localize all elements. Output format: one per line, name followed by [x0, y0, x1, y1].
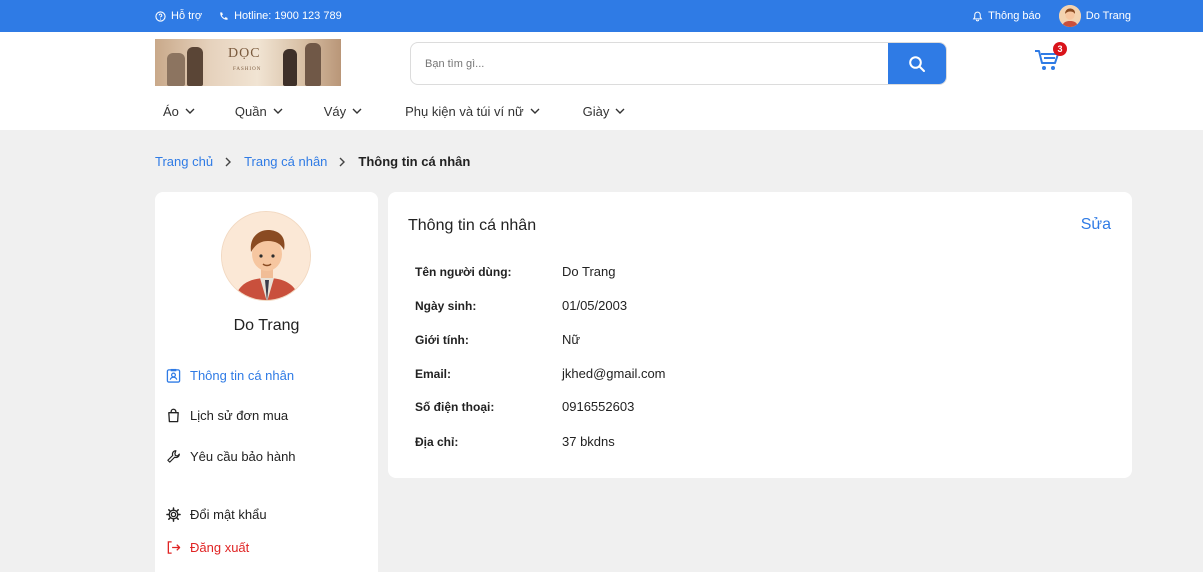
bell-icon: [972, 11, 983, 21]
sidebar-item-logout[interactable]: Đăng xuất: [166, 540, 249, 555]
top-bar: Hỗ trợ Hotline: 1900 123 789 Thông báo D…: [0, 0, 1203, 32]
nav-item-ao[interactable]: Áo: [163, 104, 195, 119]
field-label-gender: Giới tính:: [415, 333, 469, 347]
chevron-right-icon: [339, 157, 346, 166]
chevron-down-icon: [530, 108, 540, 114]
nav-item-phu-kien[interactable]: Phụ kiện và túi ví nữ: [405, 104, 540, 119]
logout-icon: [167, 541, 181, 554]
logo[interactable]: DỌC FASHION: [155, 39, 341, 86]
avatar: [1058, 5, 1081, 27]
breadcrumb-home[interactable]: Trang chủ: [155, 154, 213, 169]
top-bar-right: Thông báo Do Trang: [972, 0, 1131, 32]
sidebar-item-order-history[interactable]: Lịch sử đơn mua: [166, 408, 288, 423]
nav-label: Váy: [323, 103, 347, 119]
sidebar-item-change-password[interactable]: Đổi mật khẩu: [166, 507, 267, 522]
top-bar-left: Hỗ trợ Hotline: 1900 123 789: [155, 0, 342, 32]
chevron-down-icon: [185, 108, 195, 114]
chevron-down-icon: [615, 108, 625, 114]
logo-text: DỌC: [228, 46, 261, 61]
support-link[interactable]: Hỗ trợ: [155, 10, 202, 22]
search-input[interactable]: [411, 43, 889, 84]
cart-button[interactable]: 3: [1033, 42, 1067, 76]
field-label-birthday: Ngày sinh:: [415, 299, 477, 313]
chevron-down-icon: [273, 108, 283, 114]
breadcrumb-profile[interactable]: Trang cá nhân: [244, 154, 327, 169]
hotline-label: Hotline: 1900 123 789: [234, 10, 342, 22]
category-nav: Áo Quần Váy Phụ kiện và túi ví nữ Giày: [163, 101, 625, 121]
personal-info-card: Thông tin cá nhân Sửa Tên người dùng: Do…: [388, 192, 1132, 478]
user-menu[interactable]: Do Trang: [1058, 5, 1131, 27]
field-value-address: 37 bkdns: [562, 434, 615, 449]
nav-item-giay[interactable]: Giày: [583, 104, 626, 119]
notifications-label: Thông báo: [988, 10, 1041, 22]
field-value-username: Do Trang: [562, 264, 616, 279]
nav-label: Giày: [582, 103, 610, 119]
chevron-down-icon: [352, 108, 362, 114]
logo-subtext: FASHION: [233, 67, 262, 72]
sidebar-item-label: Thông tin cá nhân: [190, 368, 295, 383]
sidebar-item-label: Yêu cầu bảo hành: [190, 449, 296, 464]
field-label-address: Địa chỉ:: [415, 435, 459, 449]
sidebar-item-label: Đổi mật khẩu: [190, 507, 267, 522]
id-card-icon: [166, 368, 181, 383]
gear-icon: [166, 507, 181, 522]
nav-label: Áo: [163, 103, 179, 119]
search-button[interactable]: [888, 43, 946, 84]
field-value-email: jkhed@gmail.com: [562, 366, 666, 381]
sidebar-item-label: Lịch sử đơn mua: [190, 408, 289, 423]
wrench-icon: [167, 450, 180, 463]
search-bar: [410, 42, 947, 85]
field-label-phone: Số điện thoại:: [415, 400, 495, 414]
user-name: Do Trang: [1085, 10, 1131, 22]
nav-item-vay[interactable]: Váy: [324, 104, 362, 119]
phone-icon: [220, 11, 228, 20]
hotline-link[interactable]: Hotline: 1900 123 789: [218, 10, 342, 22]
chevron-right-icon: [225, 157, 232, 166]
breadcrumb-current: Thông tin cá nhân: [358, 154, 471, 169]
breadcrumb: Trang chủ Trang cá nhân Thông tin cá nhâ…: [155, 154, 470, 169]
edit-button[interactable]: Sửa: [1081, 216, 1111, 234]
field-value-phone: 0916552603: [562, 399, 635, 414]
cart-badge: 3: [1053, 42, 1067, 56]
field-label-email: Email:: [415, 367, 452, 381]
help-circle-icon: [155, 10, 166, 22]
profile-name: Do Trang: [233, 317, 300, 334]
nav-label: Quần: [234, 103, 267, 119]
shopping-bag-icon: [168, 408, 179, 423]
nav-item-quan[interactable]: Quần: [235, 104, 283, 119]
profile-avatar: [221, 211, 311, 301]
support-label: Hỗ trợ: [171, 10, 203, 22]
sidebar-item-personal-info[interactable]: Thông tin cá nhân: [166, 368, 294, 383]
notifications-link[interactable]: Thông báo: [972, 10, 1041, 22]
search-icon: [909, 55, 925, 72]
header: DỌC FASHION 3 Áo Quần Váy Phụ kiện và tú…: [0, 32, 1203, 130]
field-value-gender: Nữ: [562, 332, 581, 347]
sidebar-item-label: Đăng xuất: [190, 540, 250, 555]
sidebar-item-warranty[interactable]: Yêu cầu bảo hành: [166, 449, 296, 464]
nav-label: Phụ kiện và túi ví nữ: [405, 103, 524, 119]
field-label-username: Tên người dùng:: [415, 265, 512, 279]
info-title: Thông tin cá nhân: [408, 217, 537, 234]
profile-sidebar: Do Trang Thông tin cá nhân Lịch sử đơn m…: [155, 192, 378, 572]
field-value-birthday: 01/05/2003: [562, 298, 628, 313]
